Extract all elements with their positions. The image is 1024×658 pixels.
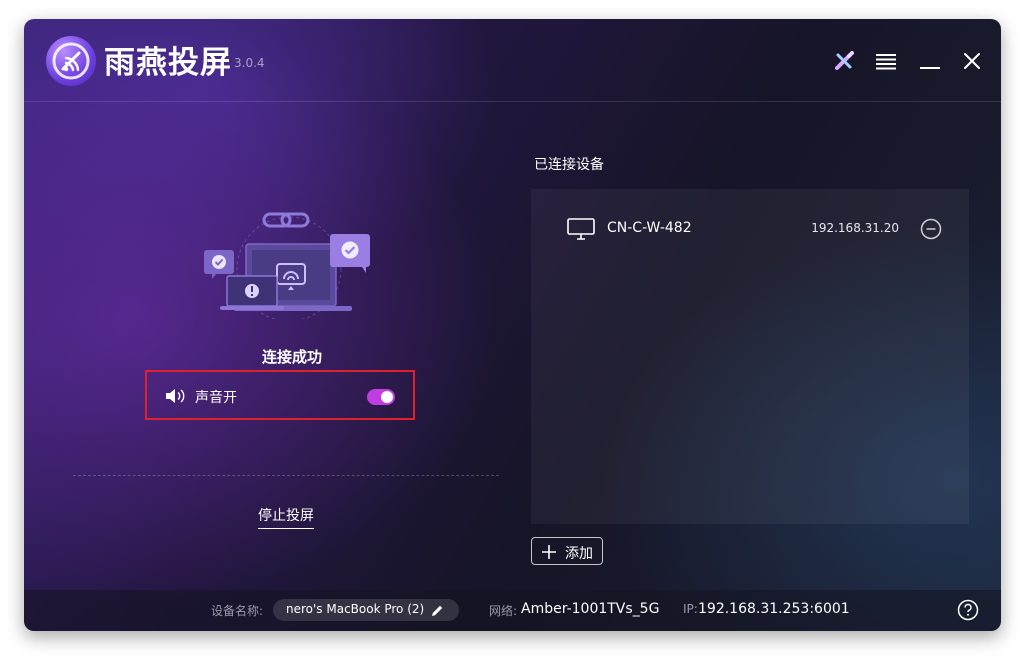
app-version: 3.0.4 [234,56,265,70]
menu-icon[interactable] [874,49,898,73]
connection-status: 连接成功 [261,348,322,366]
toggle-knob [381,391,393,403]
status-bar: 设备名称: nero's MacBook Pro (2) 网络: Amber-1… [24,590,1001,631]
sound-toggle[interactable] [367,389,395,405]
device-ip: 192.168.31.20 [811,221,899,235]
cast-pencil-icon[interactable] [832,49,856,73]
device-row: CN-C-W-482 192.168.31.20 [531,189,969,267]
ip-address: 192.168.31.253:6001 [698,601,850,617]
close-icon[interactable] [960,49,984,73]
app-window: 雨燕投屏 3.0.4 连接成功 声音开 停止投屏 已连接设备 CN-C-W-48… [24,19,1001,631]
connection-illustration [194,204,384,323]
help-icon[interactable] [957,599,979,625]
plus-icon [541,544,557,564]
edit-pencil-icon[interactable] [430,603,444,622]
connected-devices-title: 已连接设备 [534,157,604,173]
add-device-button[interactable]: 添加 [531,537,603,565]
network-label: 网络: [489,604,518,618]
speaker-icon [165,388,187,408]
device-name-pill[interactable]: nero's MacBook Pro (2) [273,599,459,621]
sound-toggle-row: 声音开 [145,370,415,420]
device-name-label: 设备名称: [211,604,264,618]
add-device-label: 添加 [565,546,593,562]
local-device-name: nero's MacBook Pro (2) [286,602,425,616]
device-list: CN-C-W-482 192.168.31.20 [531,189,969,524]
sound-label: 声音开 [195,390,237,406]
app-logo-icon [46,36,96,86]
minimize-icon[interactable] [918,49,942,73]
device-name: CN-C-W-482 [607,220,692,236]
divider [73,475,499,476]
stop-casting-button[interactable]: 停止投屏 [258,505,314,529]
app-title: 雨燕投屏 [104,45,232,81]
monitor-icon [567,218,595,244]
remove-device-icon[interactable] [920,218,942,244]
ip-label: IP: [683,602,698,616]
network-name: Amber-1001TVs_5G [521,601,660,617]
title-bar: 雨燕投屏 3.0.4 [24,19,1001,102]
